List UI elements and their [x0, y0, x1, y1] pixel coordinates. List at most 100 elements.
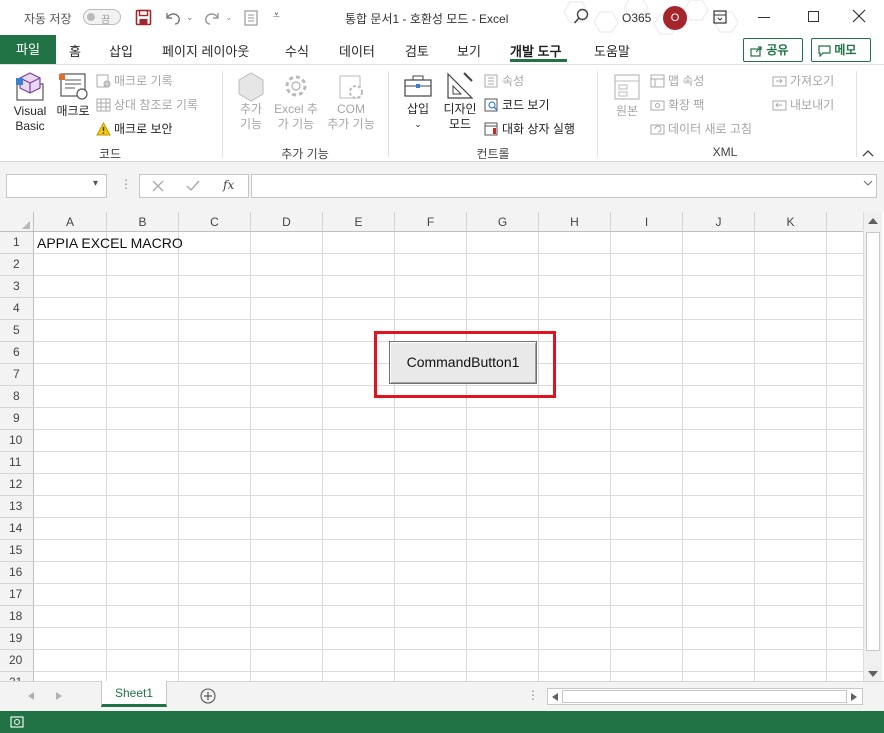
column-header-f[interactable]: F [395, 212, 467, 232]
comments-button[interactable]: 메모 [811, 38, 871, 62]
ribbon-display-icon[interactable] [713, 10, 727, 24]
horizontal-scrollbar[interactable] [547, 688, 863, 705]
scroll-left-icon[interactable] [552, 693, 558, 701]
expansion-packs-button[interactable]: 확장 팩 [650, 96, 704, 113]
tab-insert[interactable]: 삽입 [109, 41, 133, 60]
expand-formula-icon[interactable] [863, 179, 873, 187]
form-icon[interactable] [244, 10, 258, 26]
row-header-12[interactable]: 12 [0, 474, 34, 496]
select-all-button[interactable] [0, 212, 34, 232]
row-header-10[interactable]: 10 [0, 430, 34, 452]
row-header-18[interactable]: 18 [0, 606, 34, 628]
tab-data[interactable]: 데이터 [339, 41, 375, 60]
tab-help[interactable]: 도움말 [594, 41, 630, 60]
add-sheet-icon[interactable] [200, 688, 216, 704]
insert-control-button[interactable]: 삽입 ⌄ [400, 70, 436, 132]
column-header-b[interactable]: B [107, 212, 179, 232]
share-button[interactable]: 공유 [743, 38, 803, 62]
enter-entry-icon[interactable] [186, 180, 200, 192]
map-properties-button[interactable]: 맵 속성 [650, 72, 704, 89]
redo-dropdown-icon[interactable]: ⌄ [225, 12, 233, 23]
save-icon[interactable] [135, 9, 152, 26]
row-header-3[interactable]: 3 [0, 276, 34, 298]
accessibility-icon[interactable] [10, 715, 24, 729]
row-header-8[interactable]: 8 [0, 386, 34, 408]
sheet-tab-sheet1[interactable]: Sheet1 [101, 681, 167, 707]
collapse-ribbon-icon[interactable] [862, 149, 874, 157]
tab-page-layout[interactable]: 페이지 레이아웃 [162, 41, 249, 60]
tab-home[interactable]: 홈 [69, 41, 81, 60]
row-header-17[interactable]: 17 [0, 584, 34, 606]
row-header-7[interactable]: 7 [0, 364, 34, 386]
row-header-16[interactable]: 16 [0, 562, 34, 584]
row-header-5[interactable]: 5 [0, 320, 34, 342]
import-button[interactable]: 가져오기 [772, 72, 834, 89]
autosave-toggle[interactable]: 끔 [83, 9, 121, 26]
row-header-1[interactable]: 1 [0, 232, 34, 254]
row-header-11[interactable]: 11 [0, 452, 34, 474]
excel-addins-button[interactable]: Excel 추 가 기능 [272, 70, 320, 132]
close-icon[interactable] [852, 9, 866, 23]
design-mode-button[interactable]: 디자인 모드 [440, 70, 480, 132]
vertical-scrollbar[interactable] [863, 212, 882, 681]
column-header-c[interactable]: C [179, 212, 251, 232]
next-sheet-icon[interactable] [56, 692, 62, 700]
account-name[interactable]: O365 [622, 11, 651, 25]
avatar[interactable]: O [663, 6, 687, 30]
run-dialog-button[interactable]: 대화 상자 실행 [484, 120, 575, 137]
tab-file[interactable]: 파일 [0, 35, 56, 64]
column-header-g[interactable]: G [467, 212, 539, 232]
scroll-right-icon[interactable] [851, 693, 857, 701]
cancel-entry-icon[interactable] [152, 180, 164, 192]
com-addins-button[interactable]: COM 추가 기능 [324, 70, 378, 132]
column-header-j[interactable]: J [683, 212, 755, 232]
column-header-overflow[interactable] [827, 212, 863, 232]
row-header-15[interactable]: 15 [0, 540, 34, 562]
row-header-2[interactable]: 2 [0, 254, 34, 276]
undo-dropdown-icon[interactable]: ⌄ [186, 12, 194, 23]
name-box[interactable]: ▾ [6, 174, 107, 198]
cell-a1[interactable]: APPIA EXCEL MACRO [37, 235, 183, 251]
row-header-14[interactable]: 14 [0, 518, 34, 540]
column-header-k[interactable]: K [755, 212, 827, 232]
row-header-20[interactable]: 20 [0, 650, 34, 672]
vertical-scroll-thumb[interactable] [866, 232, 880, 651]
customize-qat-icon[interactable]: ⩡ [273, 8, 280, 23]
column-header-h[interactable]: H [539, 212, 611, 232]
properties-button[interactable]: 속성 [484, 72, 524, 89]
tab-developer[interactable]: 개발 도구 [510, 41, 561, 60]
tab-view[interactable]: 보기 [457, 41, 481, 60]
column-header-d[interactable]: D [251, 212, 323, 232]
view-code-button[interactable]: 코드 보기 [484, 96, 550, 113]
scroll-down-icon[interactable] [868, 671, 878, 678]
row-header-6[interactable]: 6 [0, 342, 34, 364]
macros-button[interactable]: 매크로 [54, 70, 92, 119]
scroll-up-icon[interactable] [868, 217, 878, 224]
relative-reference-button[interactable]: 상대 참조로 기록 [96, 96, 198, 113]
column-header-e[interactable]: E [323, 212, 395, 232]
row-header-19[interactable]: 19 [0, 628, 34, 650]
minimize-icon[interactable] [758, 17, 770, 18]
refresh-data-button[interactable]: 데이터 새로 고침 [650, 120, 752, 137]
insert-function-icon[interactable]: fx [223, 178, 234, 192]
search-icon[interactable] [573, 8, 589, 25]
name-box-dropdown-icon[interactable]: ▾ [93, 178, 98, 189]
xml-source-button[interactable]: 원본 [608, 70, 646, 119]
worksheet-grid[interactable]: ABCDEFGHIJK 1 2 3 4 5 6 7 8 9 10 11 12 13 14 15 16 17 18 1… [0, 212, 863, 681]
horizontal-scroll-thumb[interactable] [562, 690, 847, 703]
record-macro-button[interactable]: 매크로 기록 [96, 72, 173, 89]
row-header-4[interactable]: 4 [0, 298, 34, 320]
row-header-9[interactable]: 9 [0, 408, 34, 430]
visual-basic-button[interactable]: Visual Basic [8, 70, 52, 134]
export-button[interactable]: 내보내기 [772, 96, 834, 113]
tab-formulas[interactable]: 수식 [285, 41, 309, 60]
undo-icon[interactable] [163, 9, 183, 26]
tab-split-grip-icon[interactable]: ⋮ [527, 689, 539, 701]
redo-icon[interactable] [202, 9, 222, 26]
row-header-13[interactable]: 13 [0, 496, 34, 518]
macro-security-button[interactable]: 매크로 보안 [96, 120, 173, 137]
column-header-i[interactable]: I [611, 212, 683, 232]
maximize-icon[interactable] [808, 11, 819, 22]
tab-review[interactable]: 검토 [405, 41, 429, 60]
prev-sheet-icon[interactable] [28, 692, 34, 700]
